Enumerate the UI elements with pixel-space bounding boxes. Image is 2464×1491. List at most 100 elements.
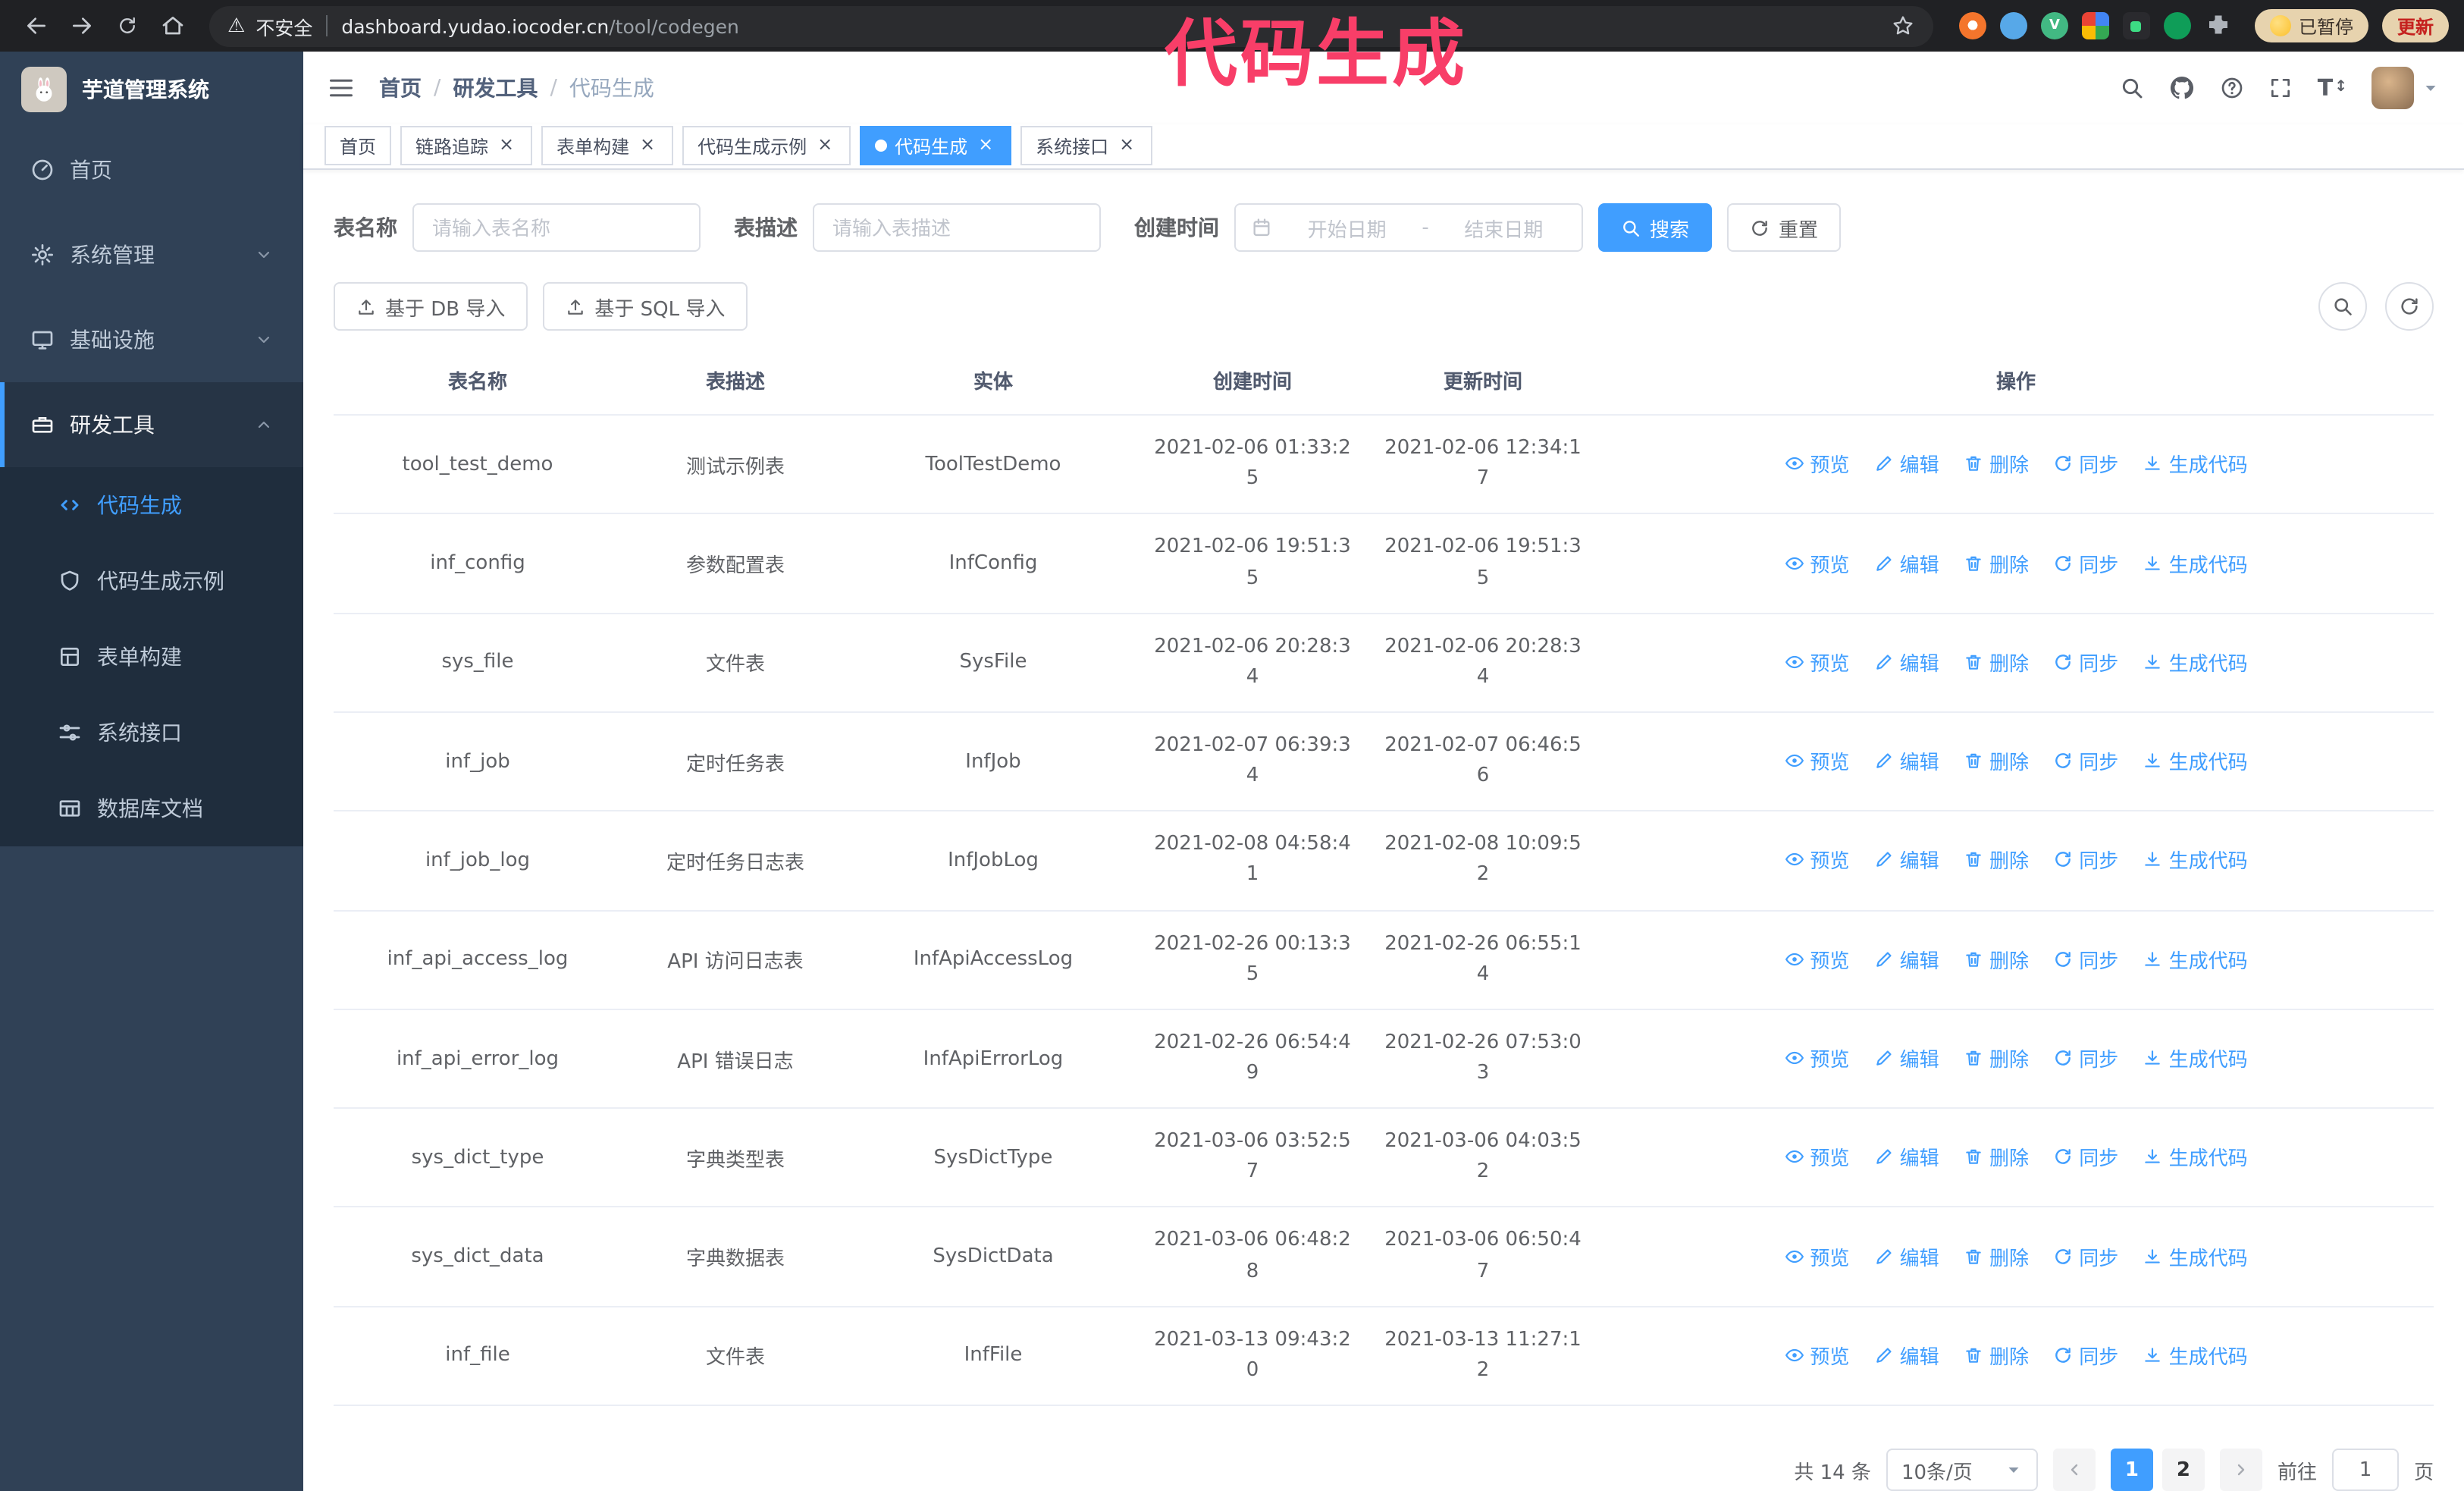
sidebar-item-codegen-example[interactable]: 代码生成示例 (0, 543, 303, 619)
edit-action[interactable]: 编辑 (1874, 548, 1939, 577)
extension-icon[interactable] (2122, 12, 2150, 39)
tab[interactable]: 表单构建 × (541, 126, 674, 166)
preview-action[interactable]: 预览 (1784, 450, 1849, 479)
extension-icon[interactable] (2040, 12, 2068, 39)
sidebar-item-db-doc[interactable]: 数据库文档 (0, 771, 303, 846)
generate-code-action[interactable]: 生成代码 (2143, 944, 2248, 973)
sidebar-item-home[interactable]: 首页 (0, 127, 303, 212)
preview-action[interactable]: 预览 (1784, 1143, 1849, 1172)
fullscreen-icon[interactable] (2269, 76, 2293, 100)
edit-action[interactable]: 编辑 (1874, 846, 1939, 874)
sync-action[interactable]: 同步 (2053, 1143, 2118, 1172)
reset-button[interactable]: 重置 (1727, 203, 1842, 253)
tab[interactable]: 系统接口 × (1020, 126, 1153, 166)
profile-paused-badge[interactable]: 已暂停 (2254, 9, 2368, 42)
generate-code-action[interactable]: 生成代码 (2143, 846, 2248, 874)
preview-action[interactable]: 预览 (1784, 548, 1849, 577)
breadcrumb-dev-tools[interactable]: 研发工具 (453, 73, 538, 103)
preview-action[interactable]: 预览 (1784, 1044, 1849, 1072)
generate-code-action[interactable]: 生成代码 (2143, 746, 2248, 775)
delete-action[interactable]: 删除 (1964, 1241, 2029, 1270)
sync-action[interactable]: 同步 (2053, 1241, 2118, 1270)
browser-forward-button[interactable] (61, 5, 102, 46)
tab[interactable]: 代码生成 × (860, 126, 1012, 166)
extension-icon[interactable] (1999, 12, 2027, 39)
tab-close-icon[interactable]: × (814, 135, 835, 157)
date-start-placeholder[interactable]: 开始日期 (1284, 213, 1409, 242)
tab[interactable]: 首页 (324, 126, 392, 166)
tab[interactable]: 代码生成示例 × (682, 126, 851, 166)
edit-action[interactable]: 编辑 (1874, 1341, 1939, 1370)
header-search-icon[interactable] (2121, 76, 2145, 100)
security-label[interactable]: 不安全 (255, 11, 312, 40)
goto-page-input[interactable] (2331, 1449, 2399, 1491)
preview-action[interactable]: 预览 (1784, 944, 1849, 973)
next-page-button[interactable] (2219, 1449, 2262, 1491)
generate-code-action[interactable]: 生成代码 (2143, 1044, 2248, 1072)
breadcrumb-home[interactable]: 首页 (379, 73, 422, 103)
sidebar-item-system-management[interactable]: 系统管理 (0, 212, 303, 297)
browser-back-button[interactable] (15, 5, 56, 46)
edit-action[interactable]: 编辑 (1874, 944, 1939, 973)
search-button[interactable]: 搜索 (1598, 203, 1713, 253)
delete-action[interactable]: 删除 (1964, 746, 2029, 775)
extension-icon[interactable] (2163, 12, 2191, 39)
help-icon[interactable] (2221, 76, 2245, 100)
tab[interactable]: 链路追踪 × (400, 126, 533, 166)
generate-code-action[interactable]: 生成代码 (2143, 450, 2248, 479)
delete-action[interactable]: 删除 (1964, 1143, 2029, 1172)
date-end-placeholder[interactable]: 结束日期 (1441, 213, 1566, 242)
import-sql-button[interactable]: 基于 SQL 导入 (543, 282, 748, 331)
sync-action[interactable]: 同步 (2053, 846, 2118, 874)
sync-action[interactable]: 同步 (2053, 944, 2118, 973)
toggle-search-button[interactable] (2318, 282, 2367, 331)
edit-action[interactable]: 编辑 (1874, 648, 1939, 676)
generate-code-action[interactable]: 生成代码 (2143, 1241, 2248, 1270)
import-db-button[interactable]: 基于 DB 导入 (334, 282, 528, 331)
bookmark-star-icon[interactable] (1891, 14, 1915, 38)
tab-close-icon[interactable]: × (637, 135, 658, 157)
sidebar-item-codegen[interactable]: 代码生成 (0, 467, 303, 543)
extension-icon[interactable] (2081, 12, 2109, 39)
page-button[interactable]: 1 (2110, 1449, 2153, 1491)
preview-action[interactable]: 预览 (1784, 1241, 1849, 1270)
github-icon[interactable] (2169, 74, 2196, 102)
address-bar[interactable]: ⚠ 不安全 dashboard.yudao.iocoder.cn/tool/co… (209, 5, 1933, 46)
page-size-select[interactable]: 10条/页 (1886, 1449, 2038, 1491)
generate-code-action[interactable]: 生成代码 (2143, 648, 2248, 676)
edit-action[interactable]: 编辑 (1874, 746, 1939, 775)
browser-update-button[interactable]: 更新 (2381, 9, 2449, 42)
edit-action[interactable]: 编辑 (1874, 1241, 1939, 1270)
delete-action[interactable]: 删除 (1964, 450, 2029, 479)
sidebar-toggle-icon[interactable] (328, 74, 355, 102)
tab-close-icon[interactable]: × (1116, 135, 1137, 157)
sync-action[interactable]: 同步 (2053, 648, 2118, 676)
browser-home-button[interactable] (152, 5, 193, 46)
tab-close-icon[interactable]: × (975, 135, 996, 157)
generate-code-action[interactable]: 生成代码 (2143, 548, 2248, 577)
sync-action[interactable]: 同步 (2053, 548, 2118, 577)
delete-action[interactable]: 删除 (1964, 846, 2029, 874)
refresh-table-button[interactable] (2385, 282, 2434, 331)
table-name-input[interactable] (412, 203, 701, 253)
delete-action[interactable]: 删除 (1964, 548, 2029, 577)
sync-action[interactable]: 同步 (2053, 1341, 2118, 1370)
delete-action[interactable]: 删除 (1964, 648, 2029, 676)
sync-action[interactable]: 同步 (2053, 450, 2118, 479)
preview-action[interactable]: 预览 (1784, 648, 1849, 676)
sidebar-item-dev-tools[interactable]: 研发工具 (0, 382, 303, 467)
edit-action[interactable]: 编辑 (1874, 1143, 1939, 1172)
sidebar-item-infrastructure[interactable]: 基础设施 (0, 297, 303, 382)
browser-reload-button[interactable] (106, 5, 147, 46)
delete-action[interactable]: 删除 (1964, 944, 2029, 973)
preview-action[interactable]: 预览 (1784, 1341, 1849, 1370)
table-desc-input[interactable] (813, 203, 1101, 253)
sync-action[interactable]: 同步 (2053, 1044, 2118, 1072)
sidebar-item-form-builder[interactable]: 表单构建 (0, 619, 303, 695)
font-size-icon[interactable]: T ↕ (2318, 74, 2347, 102)
extensions-puzzle-icon[interactable] (2205, 12, 2232, 39)
generate-code-action[interactable]: 生成代码 (2143, 1143, 2248, 1172)
edit-action[interactable]: 编辑 (1874, 450, 1939, 479)
preview-action[interactable]: 预览 (1784, 746, 1849, 775)
tab-close-icon[interactable]: × (496, 135, 517, 157)
